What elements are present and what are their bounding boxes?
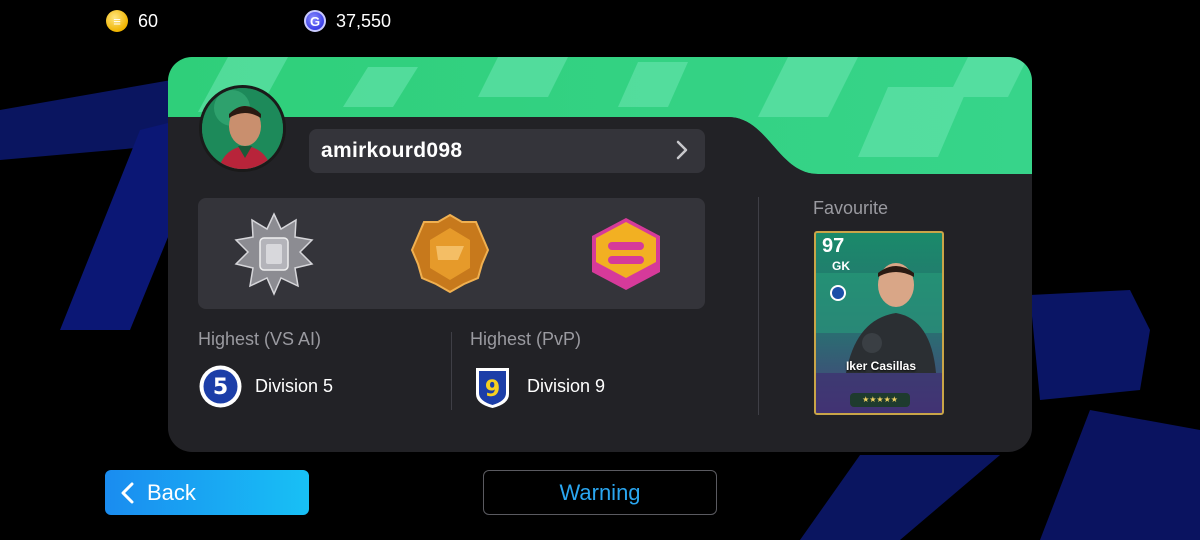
gp-currency: G 37,550 xyxy=(304,10,391,32)
pvp-division: Division 9 xyxy=(527,376,606,396)
favourite-player-card[interactable]: 97 GK Iker Casillas ★★★★★ xyxy=(814,231,944,415)
section-divider xyxy=(758,197,759,415)
chevron-right-icon xyxy=(676,140,688,160)
gp-coin-icon: G xyxy=(304,10,326,32)
star-rating-icon: ★★★★★ xyxy=(850,393,910,407)
silver-badge-icon[interactable] xyxy=(232,212,316,296)
username: amirkourd098 xyxy=(321,139,463,162)
back-button[interactable]: Back xyxy=(105,470,309,515)
achievement-badges xyxy=(198,198,705,309)
division-9-number: 9 xyxy=(485,377,500,402)
pvp-label: Highest (PvP) xyxy=(470,329,582,349)
warning-button-label: Warning xyxy=(559,479,641,505)
username-bar[interactable]: amirkourd098 xyxy=(309,129,705,173)
division-9-icon: 9 xyxy=(476,368,509,408)
divider xyxy=(451,332,452,410)
gold-amount: 60 xyxy=(138,10,159,31)
gold-badge-icon[interactable] xyxy=(408,212,492,296)
gp-amount: 37,550 xyxy=(336,10,392,31)
profile-card: amirkourd098 Highest (VS AI) 5 Division … xyxy=(168,57,1032,452)
player-avatar[interactable] xyxy=(199,85,286,172)
player-position: GK xyxy=(832,259,850,273)
warning-button[interactable]: Warning xyxy=(483,470,717,515)
highest-vs-ai: Highest (VS AI) 5 Division 5 xyxy=(198,329,333,409)
division-5-number: 5 xyxy=(213,375,228,400)
back-button-label: Back xyxy=(147,479,196,505)
gold-coin-icon: ≡ xyxy=(106,10,128,32)
division-emblem-icon[interactable] xyxy=(584,212,668,296)
favourite-label: Favourite xyxy=(813,198,889,218)
player-rating: 97 xyxy=(822,235,845,257)
highest-pvp: Highest (PvP) 9 Division 9 xyxy=(470,329,605,409)
vs-ai-label: Highest (VS AI) xyxy=(198,329,322,349)
player-name: Iker Casillas xyxy=(845,359,917,373)
gold-currency: ≡ 60 xyxy=(106,10,158,32)
division-5-icon: 5 xyxy=(199,365,242,408)
chevron-left-icon xyxy=(121,482,134,503)
vs-ai-division: Division 5 xyxy=(255,376,334,396)
